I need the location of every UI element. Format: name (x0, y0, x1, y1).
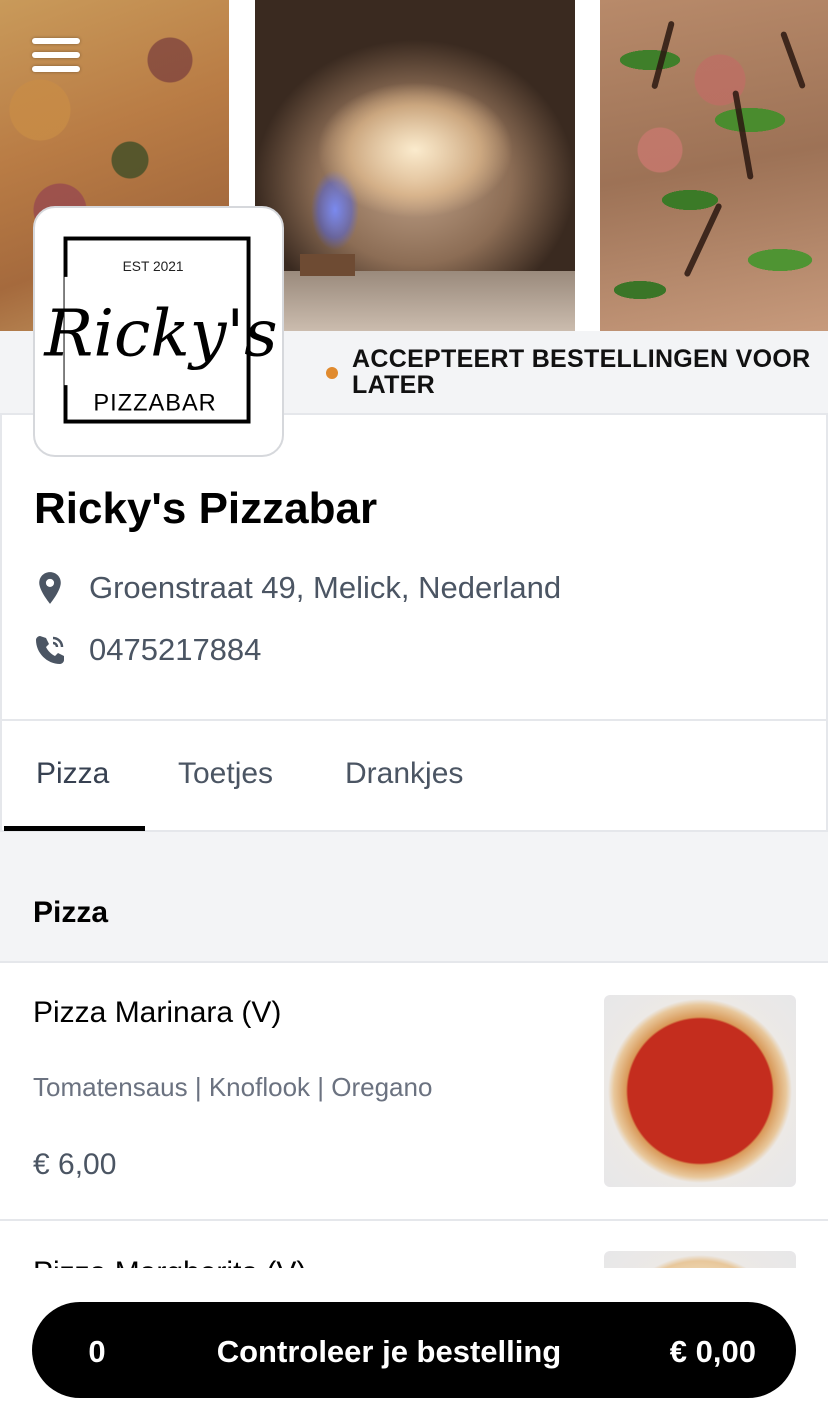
phone-row[interactable]: 0475217884 (32, 632, 261, 668)
tab-pizza[interactable]: Pizza (36, 757, 109, 791)
tab-toetjes[interactable]: Toetjes (178, 757, 273, 791)
restaurant-logo: EST 2021 Ricky's PIZZABAR (33, 206, 284, 457)
balsamic-drizzle (683, 202, 723, 278)
oven-log (300, 254, 355, 276)
restaurant-info-card (0, 415, 828, 721)
balsamic-drizzle (732, 90, 754, 180)
category-tabs: Pizza Toetjes Drankjes (0, 719, 828, 832)
section-header (0, 832, 828, 963)
logo-wordmark: PIZZABAR (93, 391, 216, 417)
review-order-label: Controleer je bestelling (216, 1334, 562, 1369)
item-description: Tomatensaus | Knoflook | Oregano (33, 1072, 433, 1102)
phone-text: 0475217884 (89, 632, 262, 667)
review-order-button[interactable]: 0 Controleer je bestelling € 0,00 (32, 1302, 796, 1398)
balsamic-drizzle (779, 30, 807, 90)
oven-floor (255, 271, 575, 331)
cart-total: € 0,00 (669, 1334, 756, 1369)
balsamic-drizzle (651, 20, 675, 90)
map-pin-icon (32, 570, 68, 606)
hero-photo-rucola-pizza (600, 0, 828, 331)
item-image (604, 995, 796, 1187)
item-name: Pizza Marinara (V) (33, 996, 282, 1029)
address-row[interactable]: Groenstraat 49, Melick, Nederland (32, 570, 561, 606)
menu-item[interactable]: Pizza Marinara (V) Tomatensaus | Knofloo… (0, 963, 828, 1221)
logo-est-text: EST 2021 (123, 259, 184, 274)
address-text: Groenstraat 49, Melick, Nederland (89, 570, 562, 605)
order-status-text: ACCEPTEERT BESTELLINGEN VOOR LATER (352, 345, 811, 399)
status-dot-icon (326, 367, 338, 379)
section-title: Pizza (33, 896, 109, 929)
logo-script-name: Ricky's (43, 297, 277, 372)
restaurant-name: Ricky's Pizzabar (34, 484, 378, 533)
item-price: € 6,00 (33, 1148, 117, 1181)
active-tab-indicator (4, 826, 145, 831)
phone-icon (32, 632, 68, 668)
hamburger-menu-icon[interactable] (32, 36, 80, 76)
hero-photo-oven (255, 0, 575, 331)
tab-drankjes[interactable]: Drankjes (345, 757, 463, 791)
